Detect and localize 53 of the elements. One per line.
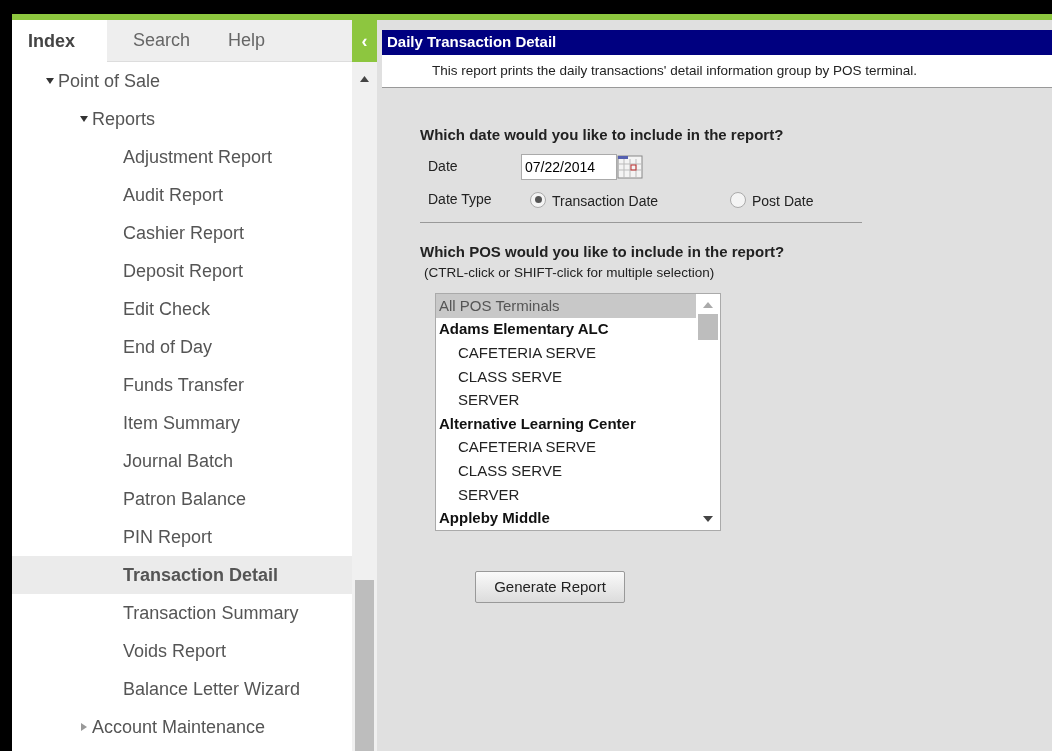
tab[interactable]: Index (12, 20, 107, 62)
list-option[interactable]: SERVER (436, 388, 696, 413)
tree-item[interactable]: Transaction Summary (12, 594, 352, 632)
question-heading: Which date would you like to include in the report? (420, 125, 785, 145)
list-option[interactable]: Alternative Learning Center (436, 412, 696, 436)
tree-item[interactable]: Item Summary (12, 404, 352, 442)
report-title: Daily Transaction Detail (382, 30, 1052, 55)
radio-label[interactable]: Transaction Date (552, 191, 659, 212)
list-option[interactable]: Adams Elementary ALC (436, 317, 696, 342)
radio-label[interactable]: Post Date (752, 191, 814, 212)
field-label: Date (428, 157, 459, 176)
list-option[interactable]: CAFETERIA SERVE (436, 435, 696, 460)
tree-item[interactable]: Adjustment Report (12, 138, 352, 176)
caret-right-icon (80, 723, 88, 731)
list-option[interactable]: All POS Terminals (436, 294, 696, 318)
scrollbar-thumb[interactable] (355, 580, 374, 751)
tree-item[interactable]: Account Maintenance (12, 708, 352, 746)
tree-item[interactable]: Audit Report (12, 176, 352, 214)
tree-item[interactable]: Funds Transfer (12, 366, 352, 404)
pos-listbox[interactable]: All POS Terminals Adams Elementary ALC CAFETERIA SERVE CLASS SERVE SERVER Alternative Learning Center CAFETERIA SERVE CLASS SERVE SERVER Appleby Middle (435, 293, 721, 532)
radio-button[interactable] (730, 191, 746, 208)
tab[interactable]: Search (107, 20, 202, 62)
tree-item[interactable]: Transaction Detail (12, 556, 352, 594)
tree-item[interactable]: Voids Report (12, 632, 352, 670)
tree-item[interactable]: Deposit Report (12, 252, 352, 290)
scroll-up-icon[interactable] (360, 76, 369, 82)
tree-item[interactable]: Reports (12, 100, 352, 138)
tree-item[interactable]: Journal Batch (12, 442, 352, 480)
tree-item[interactable]: Cashier Report (12, 214, 352, 252)
tree-item[interactable]: Edit Check (12, 290, 352, 328)
caret-down-icon (80, 115, 88, 123)
tree-item[interactable]: Point of Sale (12, 62, 352, 100)
calendar-icon[interactable] (617, 154, 643, 179)
generate-report-button[interactable]: Generate Report (475, 571, 625, 604)
list-option[interactable]: CAFETERIA SERVE (436, 341, 696, 366)
tree-item[interactable]: Balance Letter Wizard (12, 670, 352, 708)
tree-item[interactable]: PIN Report (12, 518, 352, 556)
hint-text: (CTRL-click or SHIFT-click for multiple selection) (423, 264, 716, 282)
field-label: Date Type (428, 190, 493, 209)
list-option[interactable]: Appleby Middle (436, 506, 696, 531)
list-option[interactable]: SERVER (436, 483, 696, 507)
date-field[interactable]: 07/22/2014 (521, 153, 617, 180)
caret-down-icon (46, 77, 54, 85)
scroll-down-icon[interactable] (703, 516, 713, 523)
list-option[interactable]: CLASS SERVE (436, 365, 696, 389)
tab[interactable]: Help (202, 20, 297, 62)
list-option[interactable]: CLASS SERVE (436, 459, 696, 483)
scrollbar-thumb[interactable] (698, 314, 718, 341)
radio-button[interactable] (530, 191, 546, 208)
report-description: This report prints the daily transactions' detail information group by POS terminal. (382, 55, 1052, 88)
tree-item[interactable]: Patron Balance (12, 480, 352, 518)
question-heading: Which POS would you like to include in the report? (420, 241, 786, 262)
tree-item[interactable]: End of Day (12, 328, 352, 366)
